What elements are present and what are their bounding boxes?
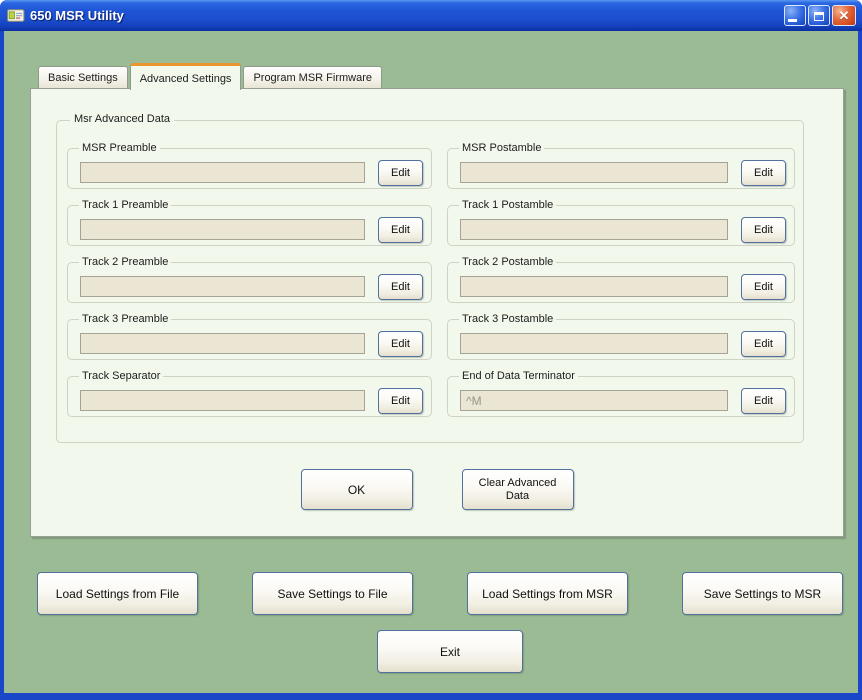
field-label: Track 2 Postamble <box>459 256 557 268</box>
end-of-data-terminator-input[interactable] <box>460 390 728 411</box>
msr-advanced-data-group: Msr Advanced Data MSR Preamble Edit MSR … <box>56 113 804 443</box>
client-area: Basic Settings Advanced Settings Program… <box>4 31 858 693</box>
track-1-postamble-edit-button[interactable]: Edit <box>741 217 786 243</box>
track-separator-edit-button[interactable]: Edit <box>378 388 423 414</box>
exit-button[interactable]: Exit <box>377 630 523 673</box>
clear-advanced-data-button[interactable]: Clear Advanced Data <box>461 469 574 510</box>
minimize-icon <box>787 19 797 22</box>
settings-buttons-row: Load Settings from File Save Settings to… <box>37 572 843 615</box>
track-2-preamble-input[interactable] <box>80 276 365 297</box>
field-msr-postamble: MSR Postamble Edit <box>447 142 795 189</box>
msr-postamble-edit-button[interactable]: Edit <box>741 160 786 186</box>
window-title: 650 MSR Utility <box>30 8 124 23</box>
maximize-button[interactable] <box>808 5 830 26</box>
msr-postamble-input[interactable] <box>460 162 728 183</box>
tab-advanced-settings[interactable]: Advanced Settings <box>129 63 242 90</box>
close-icon: ✕ <box>838 8 850 23</box>
track-2-postamble-edit-button[interactable]: Edit <box>741 274 786 300</box>
save-settings-to-file-button[interactable]: Save Settings to File <box>252 572 413 615</box>
app-window: 650 MSR Utility ✕ Basic Settings Advance… <box>0 0 862 700</box>
title-bar[interactable]: 650 MSR Utility ✕ <box>0 0 862 31</box>
field-track-2-postamble: Track 2 Postamble Edit <box>447 256 795 303</box>
window-controls: ✕ <box>784 5 856 26</box>
end-of-data-terminator-edit-button[interactable]: Edit <box>741 388 786 414</box>
track-2-preamble-edit-button[interactable]: Edit <box>378 274 423 300</box>
field-end-of-data-terminator: End of Data Terminator Edit <box>447 370 795 417</box>
tab-program-msr-firmware[interactable]: Program MSR Firmware <box>243 66 383 88</box>
field-label: Track 1 Postamble <box>459 199 557 211</box>
save-settings-to-msr-button[interactable]: Save Settings to MSR <box>682 572 843 615</box>
field-label: Track 3 Preamble <box>79 313 172 325</box>
minimize-button[interactable] <box>784 5 806 26</box>
field-track-3-preamble: Track 3 Preamble Edit <box>67 313 432 360</box>
field-track-2-preamble: Track 2 Preamble Edit <box>67 256 432 303</box>
field-label: Track 3 Postamble <box>459 313 557 325</box>
field-track-3-postamble: Track 3 Postamble Edit <box>447 313 795 360</box>
field-label: End of Data Terminator <box>459 370 578 382</box>
track-3-preamble-edit-button[interactable]: Edit <box>378 331 423 357</box>
field-track-separator: Track Separator Edit <box>67 370 432 417</box>
field-label: Track Separator <box>79 370 164 382</box>
close-button[interactable]: ✕ <box>832 5 856 26</box>
tab-bar: Basic Settings Advanced Settings Program… <box>38 62 383 90</box>
track-3-preamble-input[interactable] <box>80 333 365 354</box>
field-label: Track 1 Preamble <box>79 199 172 211</box>
track-1-preamble-input[interactable] <box>80 219 365 240</box>
track-3-postamble-input[interactable] <box>460 333 728 354</box>
app-card-icon <box>7 9 25 22</box>
advanced-settings-panel: Msr Advanced Data MSR Preamble Edit MSR … <box>30 88 844 537</box>
dialog-actions: OK Clear Advanced Data <box>31 469 843 510</box>
track-2-postamble-input[interactable] <box>460 276 728 297</box>
fields-grid: MSR Preamble Edit MSR Postamble Edit Tra… <box>67 142 795 417</box>
group-title: Msr Advanced Data <box>70 113 174 125</box>
track-1-preamble-edit-button[interactable]: Edit <box>378 217 423 243</box>
field-msr-preamble: MSR Preamble Edit <box>67 142 432 189</box>
load-settings-from-file-button[interactable]: Load Settings from File <box>37 572 198 615</box>
msr-preamble-input[interactable] <box>80 162 365 183</box>
track-1-postamble-input[interactable] <box>460 219 728 240</box>
tab-basic-settings[interactable]: Basic Settings <box>38 66 128 88</box>
field-label: MSR Postamble <box>459 142 545 154</box>
ok-button[interactable]: OK <box>300 469 413 510</box>
track-separator-input[interactable] <box>80 390 365 411</box>
track-3-postamble-edit-button[interactable]: Edit <box>741 331 786 357</box>
field-label: Track 2 Preamble <box>79 256 172 268</box>
load-settings-from-msr-button[interactable]: Load Settings from MSR <box>467 572 628 615</box>
msr-preamble-edit-button[interactable]: Edit <box>378 160 423 186</box>
field-track-1-preamble: Track 1 Preamble Edit <box>67 199 432 246</box>
field-label: MSR Preamble <box>79 142 160 154</box>
field-track-1-postamble: Track 1 Postamble Edit <box>447 199 795 246</box>
maximize-icon <box>814 12 824 21</box>
